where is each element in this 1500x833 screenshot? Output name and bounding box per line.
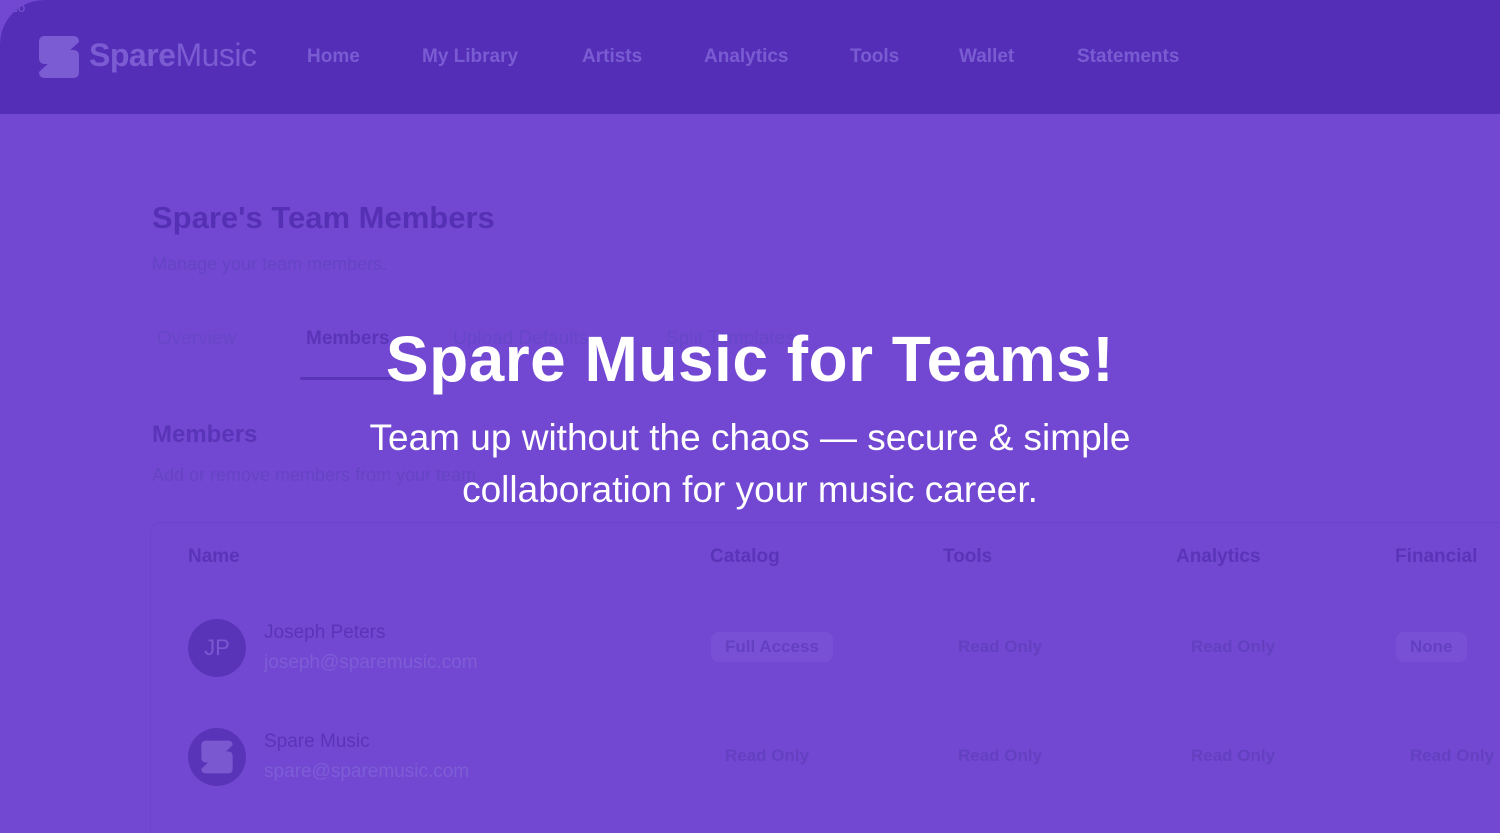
nav-analytics[interactable]: Analytics	[704, 46, 788, 68]
page-subtitle: Manage your team members.	[152, 254, 388, 274]
tab-members[interactable]: Members	[306, 328, 389, 350]
tools-permission-badge[interactable]: Read Only	[944, 741, 1056, 771]
page-title: Spare's Team Members	[152, 200, 495, 235]
members-section-title: Members	[152, 421, 258, 448]
brand-name-bold: Spare	[89, 37, 176, 73]
column-header-tools: Tools	[943, 546, 993, 567]
catalog-permission-badge[interactable]: Read Only	[711, 741, 823, 771]
member-name: Joseph Peters	[264, 622, 386, 643]
column-header-analytics: Analytics	[1176, 546, 1261, 567]
column-header-name: Name	[188, 546, 240, 567]
nav-tools[interactable]: Tools	[850, 46, 899, 68]
avatar	[188, 728, 246, 786]
tab-split-templates[interactable]: Split Templates	[666, 328, 795, 350]
member-name: Spare Music	[264, 731, 370, 752]
app-window: reco SpareMusic Home My Library Artists …	[0, 0, 1500, 833]
brand-wordmark[interactable]: SpareMusic	[89, 37, 257, 74]
spare-logo-icon	[201, 740, 233, 774]
nav-statements[interactable]: Statements	[1077, 46, 1179, 68]
financial-permission-badge[interactable]: None	[1396, 632, 1467, 662]
browser-tab-fragment: reco	[0, 0, 26, 15]
top-navbar: reco SpareMusic Home My Library Artists …	[0, 0, 1500, 114]
active-tab-indicator	[300, 377, 405, 380]
members-table	[150, 522, 1500, 833]
nav-my-library[interactable]: My Library	[422, 46, 518, 68]
column-header-financial: Financial	[1395, 546, 1478, 567]
brand-name-light: Music	[175, 37, 257, 73]
nav-home[interactable]: Home	[307, 46, 360, 68]
avatar: JP	[188, 619, 246, 677]
column-header-catalog: Catalog	[710, 546, 780, 567]
catalog-permission-badge[interactable]: Full Access	[711, 632, 833, 662]
tab-upload-defaults[interactable]: Upload Defaults	[453, 328, 588, 350]
analytics-permission-badge[interactable]: Read Only	[1177, 741, 1289, 771]
nav-artists[interactable]: Artists	[582, 46, 642, 68]
tab-overview[interactable]: Overview	[157, 328, 236, 350]
nav-wallet[interactable]: Wallet	[959, 46, 1014, 68]
tools-permission-badge[interactable]: Read Only	[944, 632, 1056, 662]
member-email: spare@sparemusic.com	[264, 761, 470, 782]
analytics-permission-badge[interactable]: Read Only	[1177, 632, 1289, 662]
financial-permission-badge[interactable]: Read Only	[1396, 741, 1500, 771]
spare-logo-icon[interactable]	[37, 34, 81, 80]
members-section-subtitle: Add or remove members from your team	[152, 465, 477, 485]
member-email: joseph@sparemusic.com	[264, 652, 478, 673]
